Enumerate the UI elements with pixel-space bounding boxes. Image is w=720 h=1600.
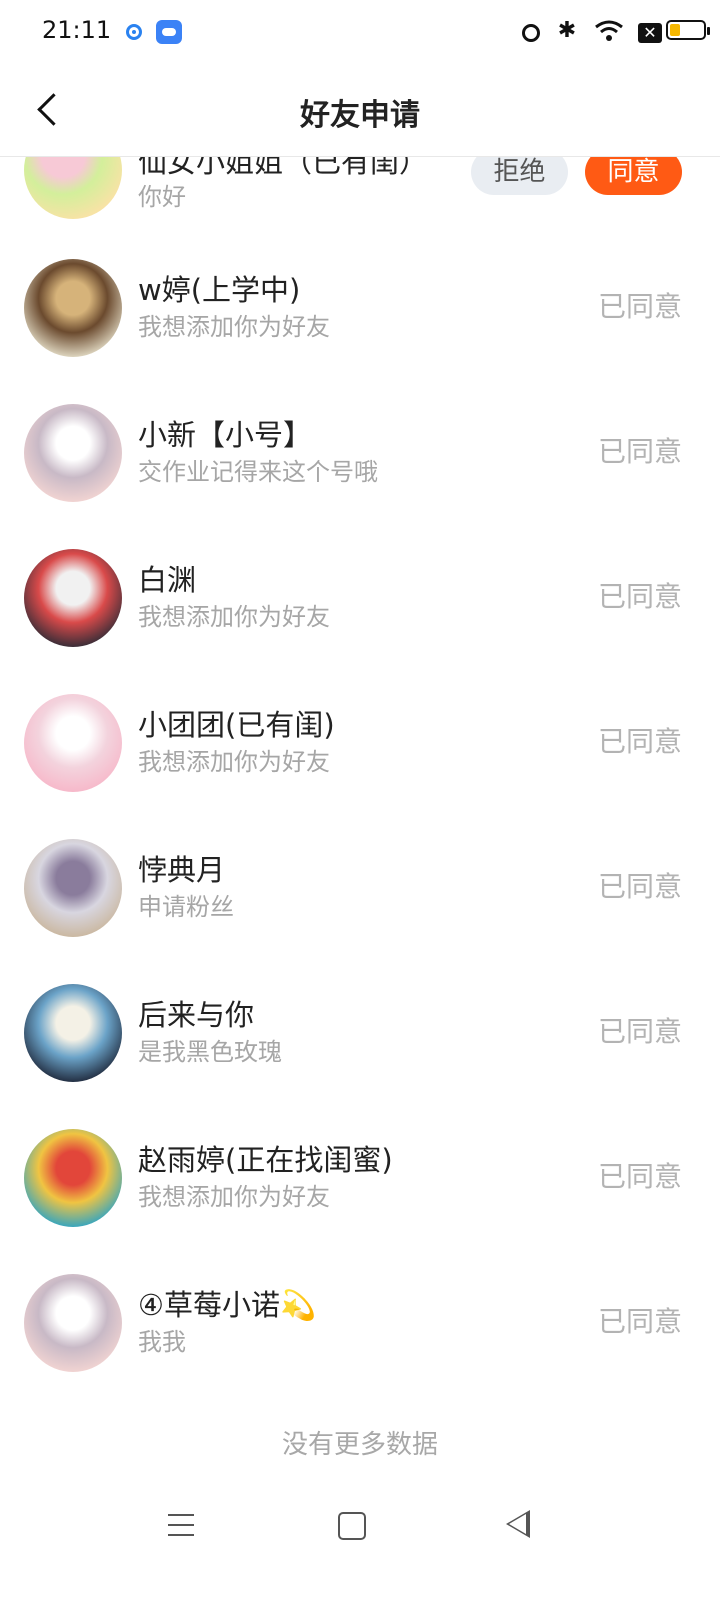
request-message: 我想添加你为好友 xyxy=(138,1183,330,1211)
pending-request-row[interactable]: 仙女小姐姐（已有闺） 你好 拒绝 同意 xyxy=(0,157,720,237)
menu-icon[interactable] xyxy=(168,1512,194,1538)
request-name: 后来与你 xyxy=(138,998,255,1032)
avatar[interactable] xyxy=(24,694,122,792)
accepted-status: 已同意 xyxy=(597,870,682,903)
request-message: 我想添加你为好友 xyxy=(138,748,330,776)
avatar[interactable] xyxy=(24,259,122,357)
friend-request-list[interactable]: 仙女小姐姐（已有闺） 你好 拒绝 同意 w婷(上学中) 我想添加你为好友 已同意 小新… xyxy=(0,157,720,1477)
request-row[interactable]: 赵雨婷(正在找闺蜜) 我想添加你为好友 已同意 xyxy=(0,1107,720,1252)
app-dot-icon xyxy=(126,24,142,40)
request-row[interactable]: 小新【小号】交作业记得来这个号哦 已同意 xyxy=(0,382,720,527)
accepted-status: 已同意 xyxy=(597,1305,682,1338)
back-triangle-icon[interactable] xyxy=(506,1510,530,1538)
request-name: w婷(上学中) xyxy=(138,273,301,307)
request-message: 你好 xyxy=(138,183,186,211)
sim-x-icon: ✕ xyxy=(638,22,662,43)
request-message: 是我黑色玫瑰 xyxy=(138,1038,282,1066)
alarm-icon xyxy=(522,24,540,42)
avatar[interactable] xyxy=(24,404,122,502)
status-icons: ✱ ✕ xyxy=(522,18,662,44)
accepted-status: 已同意 xyxy=(597,290,682,323)
accepted-status: 已同意 xyxy=(597,435,682,468)
reject-button[interactable]: 拒绝 xyxy=(471,157,568,195)
wifi-icon xyxy=(594,19,624,43)
home-square-icon[interactable] xyxy=(338,1512,366,1540)
accept-button[interactable]: 同意 xyxy=(585,157,682,195)
accepted-status: 已同意 xyxy=(597,725,682,758)
request-row[interactable]: ④草莓小诺💫 我我 已同意 xyxy=(0,1252,720,1397)
request-message: 申请粉丝 xyxy=(138,893,234,921)
avatar[interactable] xyxy=(24,839,122,937)
system-nav-bar xyxy=(0,1490,720,1600)
avatar[interactable] xyxy=(24,157,122,219)
page-title: 好友申请 xyxy=(300,98,420,133)
cloud-app-icon xyxy=(156,20,182,44)
request-name: 小新【小号】 xyxy=(138,418,313,452)
status-time: 21:11 xyxy=(42,16,112,44)
request-name: 白渊 xyxy=(138,563,197,597)
request-row[interactable]: 小团团(已有闺) 我想添加你为好友 已同意 xyxy=(0,672,720,817)
request-row[interactable]: w婷(上学中) 我想添加你为好友 已同意 xyxy=(0,237,720,382)
accepted-status: 已同意 xyxy=(597,580,682,613)
request-name: 悖典月 xyxy=(138,853,226,887)
avatar[interactable] xyxy=(24,549,122,647)
avatar[interactable] xyxy=(24,1129,122,1227)
no-more-data-text: 没有更多数据 xyxy=(281,1430,438,1460)
request-row[interactable]: 悖典月申请粉丝 已同意 xyxy=(0,817,720,962)
accepted-status: 已同意 xyxy=(597,1015,682,1048)
accepted-status: 已同意 xyxy=(597,1160,682,1193)
request-message: 交作业记得来这个号哦 xyxy=(138,458,378,486)
request-message: 我想添加你为好友 xyxy=(138,313,330,341)
request-name: 小团团(已有闺) xyxy=(138,708,335,742)
battery-fill xyxy=(670,24,680,36)
battery-icon xyxy=(666,20,710,40)
request-row[interactable]: 后来与你是我黑色玫瑰 已同意 xyxy=(0,962,720,1107)
request-message: 我我 xyxy=(138,1328,186,1356)
request-row[interactable]: 白渊我想添加你为好友 已同意 xyxy=(0,527,720,672)
bluetooth-icon: ✱ xyxy=(557,18,577,43)
request-name: ④草莓小诺💫 xyxy=(138,1288,317,1322)
avatar[interactable] xyxy=(24,1274,122,1372)
avatar[interactable] xyxy=(24,984,122,1082)
header: 好友申请 xyxy=(0,64,720,157)
request-message: 我想添加你为好友 xyxy=(138,603,330,631)
request-name: 赵雨婷(正在找闺蜜) xyxy=(138,1143,393,1177)
status-bar: 21:11 ✱ ✕ xyxy=(0,0,720,64)
